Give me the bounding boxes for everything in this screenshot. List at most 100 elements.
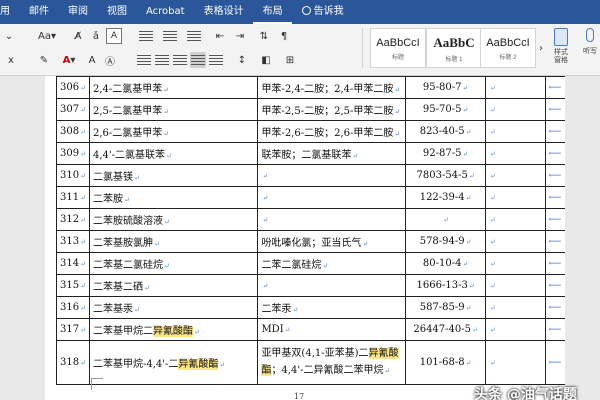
show-marks-icon[interactable]: ¶	[276, 28, 292, 44]
chemical-name: 二苯基二硒	[92, 282, 143, 293]
align-left-icon[interactable]	[136, 52, 152, 68]
tab-mailings[interactable]: 邮件	[19, 0, 58, 24]
style-sample: AaBbCcI	[486, 37, 530, 49]
table-row: 309↵ 4,4'-二氯基联苯↵ 联苯胺；二氯基联苯↵ 92-87-5↵ ↵ ⟵	[56, 142, 565, 165]
row-number: 311	[60, 192, 80, 203]
multilevel-list-icon[interactable]	[184, 28, 204, 44]
highlighted-text: 异氰酸	[368, 348, 399, 359]
dictate-label: 听写	[583, 47, 597, 55]
alias: 二苯二氯硅烷	[261, 260, 322, 271]
chemical-name: 二苯基甲烷-4,4'-二	[92, 359, 179, 370]
table-row: 316↵ 二苯基汞↵ 二苯汞↵ 587-85-9↵ ↵ ⟵	[56, 296, 565, 319]
style-normal[interactable]: AaBbCcI 标题	[370, 28, 426, 68]
cas-number: 26447-40-5	[413, 324, 471, 335]
cas-number: 587-85-9	[419, 302, 465, 313]
style-name: 标题	[391, 55, 404, 61]
table-row: 307↵ 2,5-二氯基甲苯↵ 甲苯-2,5-二胺；2,5-甲苯二胺↵ 95-7…	[56, 98, 565, 121]
styles-pane-button[interactable]: 样式 窗格	[548, 28, 574, 64]
cas-number: 92-87-5	[422, 148, 462, 159]
font-color-button[interactable]: A ▾	[58, 52, 80, 68]
alias: 亚甲基双(4,1-亚苯基)二异氰酸 酯；4,4'-二异氰酸二苯甲烷↵	[261, 348, 399, 376]
alias: 甲苯-2,4-二胺；2,4-甲苯二胺	[261, 84, 394, 95]
chemical-name: 二苯基甲烷二	[92, 326, 153, 337]
tab-acrobat[interactable]: Acrobat	[136, 0, 194, 24]
page-number: 17	[294, 392, 305, 400]
clear-format-icon[interactable]: A̸	[70, 28, 86, 44]
bullets-icon[interactable]	[136, 28, 156, 44]
tab-reference[interactable]: 用	[0, 0, 19, 24]
separator	[362, 28, 363, 68]
char-border-label: A	[110, 31, 118, 41]
row-number: 316	[60, 302, 80, 313]
row-number: 315	[60, 280, 80, 291]
chemicals-table: 306↵ 2,4-二氯基甲苯↵ 甲苯-2,4-二胺；2,4-甲苯二胺↵ 95-8…	[56, 76, 565, 385]
style-heading-2[interactable]: AaBbCcI 标题 2	[480, 28, 536, 68]
numbering-icon[interactable]	[160, 28, 180, 44]
alias: MDI	[261, 324, 284, 335]
tell-me-search[interactable]: 告诉我	[292, 0, 353, 24]
style-name: 标题 2	[499, 55, 517, 61]
borders-icon[interactable]: ⊞	[280, 52, 300, 68]
tab-layout[interactable]: 布局	[252, 0, 292, 24]
row-number: 309	[60, 148, 80, 159]
style-heading-1[interactable]: AaBbC 标题 1	[426, 28, 482, 68]
highlighted-text: 异氰酸酯	[152, 326, 193, 337]
highlight-color-icon[interactable]: ✎	[34, 52, 54, 68]
cas-number: 101-68-8	[419, 357, 465, 368]
row-number: 314	[60, 258, 80, 269]
document-page: 306↵ 2,4-二氯基甲苯↵ 甲苯-2,4-二胺；2,4-甲苯二胺↵ 95-8…	[45, 76, 565, 400]
phonetic-guide-icon[interactable]: ǎ	[88, 28, 104, 44]
style-sample: AaBbCcI	[376, 37, 420, 49]
row-number: 307	[60, 104, 80, 115]
table-row: 315↵ 二苯基二硒↵ ↵ 1666-13-3↵ ↵ ⟵	[56, 274, 565, 297]
highlighted-text: 异氰酸酯	[178, 359, 219, 370]
table-row: 306↵ 2,4-二氯基甲苯↵ 甲苯-2,4-二胺；2,4-甲苯二胺↵ 95-8…	[56, 76, 565, 99]
dictate-button[interactable]: 听写	[580, 28, 600, 56]
styles-pane-icon	[554, 28, 568, 46]
tell-me-label: 告诉我	[313, 6, 344, 17]
sort-icon[interactable]: ⇅	[256, 28, 272, 44]
enclose-char-icon[interactable]: Ⓐ	[102, 52, 118, 68]
tab-review[interactable]: 审阅	[58, 0, 97, 24]
cas-number: 80-10-4	[422, 258, 462, 269]
row-number: 306	[60, 82, 80, 93]
shading-icon[interactable]: ◧	[256, 52, 276, 68]
distribute-icon[interactable]	[208, 52, 224, 68]
strikethrough-icon[interactable]: x	[4, 52, 18, 68]
align-right-icon[interactable]	[172, 52, 188, 68]
lightbulb-icon	[301, 6, 311, 15]
line-spacing-icon[interactable]: ↕	[232, 52, 252, 68]
char-border-button[interactable]: A	[106, 28, 122, 44]
chemical-name: 二苯基二氯硅烷	[92, 260, 163, 271]
align-center-icon[interactable]	[154, 52, 170, 68]
cas-number: 122-39-4	[419, 192, 465, 203]
cas-number: 578-94-9	[419, 236, 465, 247]
style-sample: AaBbC	[433, 35, 475, 50]
styles-pane-label: 样式 窗格	[554, 48, 568, 64]
table-row: 308↵ 2,6-二氯基甲苯↵ 甲苯-2,6-二胺；2,6-甲苯二胺↵ 823-…	[56, 120, 565, 143]
font-size-down-icon[interactable]: ⌄	[4, 28, 14, 44]
cas-number: 7803-54-5	[416, 170, 468, 181]
ribbon-tab-bar: 用 邮件 审阅 视图 Acrobat 表格设计 布局 告诉我	[0, 0, 600, 24]
increase-indent-icon[interactable]: ⇥	[232, 28, 248, 44]
change-case-button[interactable]: Aa ▾	[34, 28, 60, 44]
alias: 甲苯-2,5-二胺；2,5-甲苯二胺	[261, 106, 394, 117]
tab-table-design[interactable]: 表格设计	[194, 0, 253, 24]
tab-view[interactable]: 视图	[97, 0, 136, 24]
row-number: 308	[60, 126, 80, 137]
page-corner-mark	[91, 378, 103, 390]
chemical-name: 二苯胺硫酸溶液	[92, 216, 163, 227]
decrease-indent-icon[interactable]: ⇤	[212, 28, 228, 44]
cas-number: 95-80-7	[422, 82, 462, 93]
table-row: 311↵ 二苯胺↵ ↵ 122-39-4↵ ↵ ⟵	[56, 186, 565, 209]
table-row: 313↵ 二苯基胺氯胂↵ 吩吡嗪化氯；亚当氏气↵ 578-94-9↵ ↵ ⟵	[56, 230, 565, 253]
styles-more-icon[interactable]: ›	[536, 40, 546, 56]
style-name: 标题 1	[445, 57, 463, 63]
alias: 二苯汞	[261, 304, 292, 315]
watermark: 头条 @油气话题	[474, 387, 577, 400]
char-shading-icon[interactable]: A	[84, 52, 100, 68]
justify-icon[interactable]	[190, 52, 206, 68]
row-number: 312	[60, 214, 80, 225]
highlighted-text: 酯	[261, 365, 272, 376]
table-row: 318↵ 二苯基甲烷-4,4'-二异氰酸酯↵ 亚甲基双(4,1-亚苯基)二异氰酸…	[56, 340, 565, 385]
